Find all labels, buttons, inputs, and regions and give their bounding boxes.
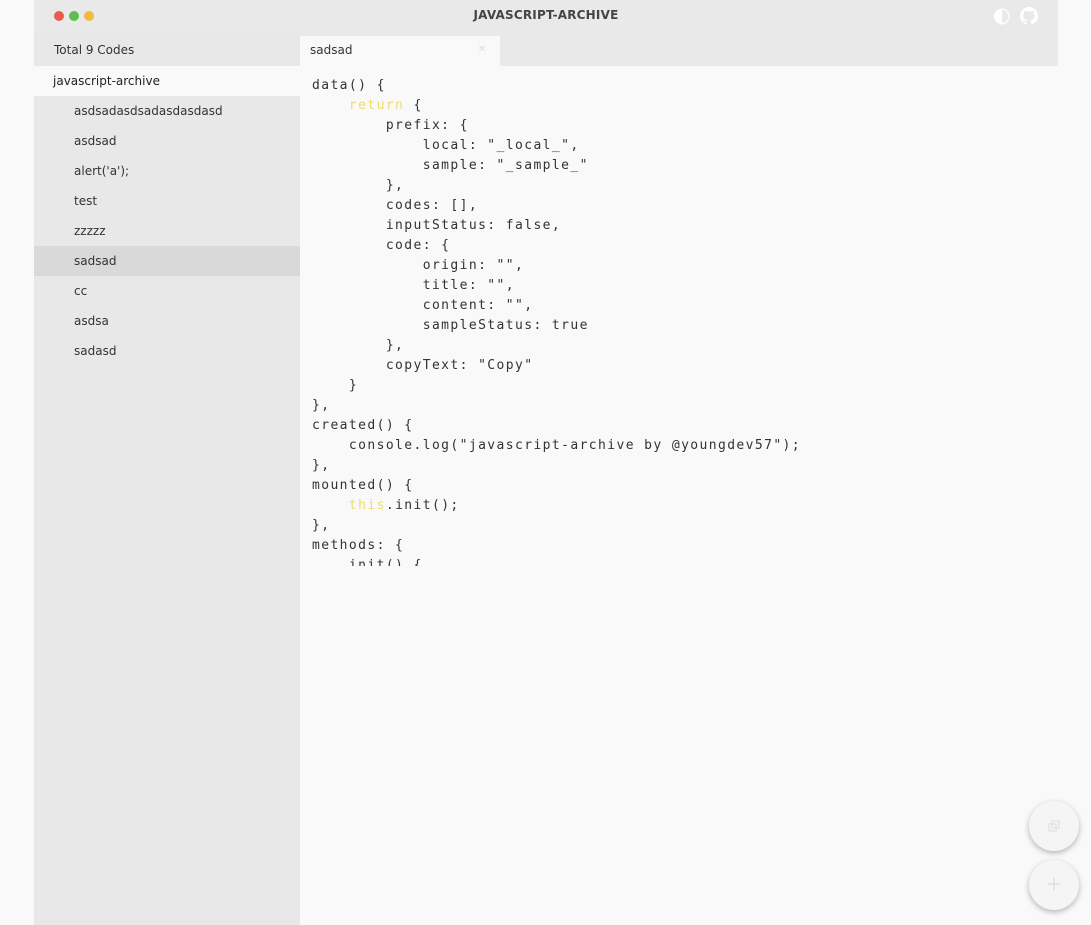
code-line: } [312,378,359,393]
code-line: console.log("javascript-archive by @youn… [312,438,802,453]
code-line: code: { [312,238,451,253]
titlebar-actions [992,7,1038,25]
close-icon[interactable]: ✕ [476,44,488,56]
code-line: }, [312,338,405,353]
theme-toggle-icon[interactable] [992,7,1010,25]
code-line: }, [312,518,331,533]
copy-icon [1048,817,1060,836]
code-keyword: this [348,498,386,513]
code-line: created() { [312,418,414,433]
tab-bar: sadsad ✕ [300,32,1058,66]
code-list: asdsadasdsadasdasdasd asdsad alert('a');… [34,96,300,366]
code-line: return { [348,98,423,113]
add-code-button[interactable] [1029,860,1079,910]
code-line: local: "_local_", [312,138,580,153]
code-list-item[interactable]: asdsad [34,126,300,156]
code-line: sample: "_sample_" [312,158,589,173]
add-icon [1047,876,1061,895]
code-line: methods: { [312,538,405,553]
code-line: copyText: "Copy" [312,358,534,373]
code-line: codes: [], [312,198,479,213]
code-list-item[interactable]: cc [34,276,300,306]
total-codes-label: Total 9 Codes [54,43,135,57]
folder-javascript-archive[interactable]: javascript-archive [34,66,300,96]
code-line: origin: "", [312,258,525,273]
tab-label: sadsad [310,43,353,57]
code-list-item[interactable]: test [34,186,300,216]
code-list-item[interactable]: asdsadasdsadasdasdasd [34,96,300,126]
titlebar: JAVASCRIPT-ARCHIVE [34,0,1058,32]
code-line: prefix: { [312,118,469,133]
copy-button[interactable] [1029,801,1079,851]
github-icon[interactable] [1020,7,1038,25]
code-line: content: "", [312,298,534,313]
code-keyword: return [348,98,405,113]
sidebar: Total 9 Codes javascript-archive asdsada… [34,32,300,925]
code-line: inputStatus: false, [312,218,562,233]
code-line: title: "", [312,278,515,293]
code-line: init() { [312,558,423,566]
code-content: data() { return { prefix: { local: "_loc… [312,76,1012,566]
code-line: sampleStatus: true [312,318,589,333]
code-line: }, [312,398,331,413]
tab-sadsad[interactable]: sadsad ✕ [300,36,500,66]
code-list-item[interactable]: alert('a'); [34,156,300,186]
code-list-item[interactable]: asdsa [34,306,300,336]
code-line: mounted() { [312,478,414,493]
code-list-item[interactable]: zzzzz [34,216,300,246]
code-line: }, [312,458,331,473]
window-title: JAVASCRIPT-ARCHIVE [473,8,619,22]
code-line: data() { [312,78,386,93]
code-editor[interactable]: data() { return { prefix: { local: "_loc… [312,76,1012,566]
code-line: this.init(); [348,498,460,513]
code-list-item[interactable]: sadasd [34,336,300,366]
code-list-item-active[interactable]: sadsad [34,246,300,276]
code-line: }, [312,178,405,193]
